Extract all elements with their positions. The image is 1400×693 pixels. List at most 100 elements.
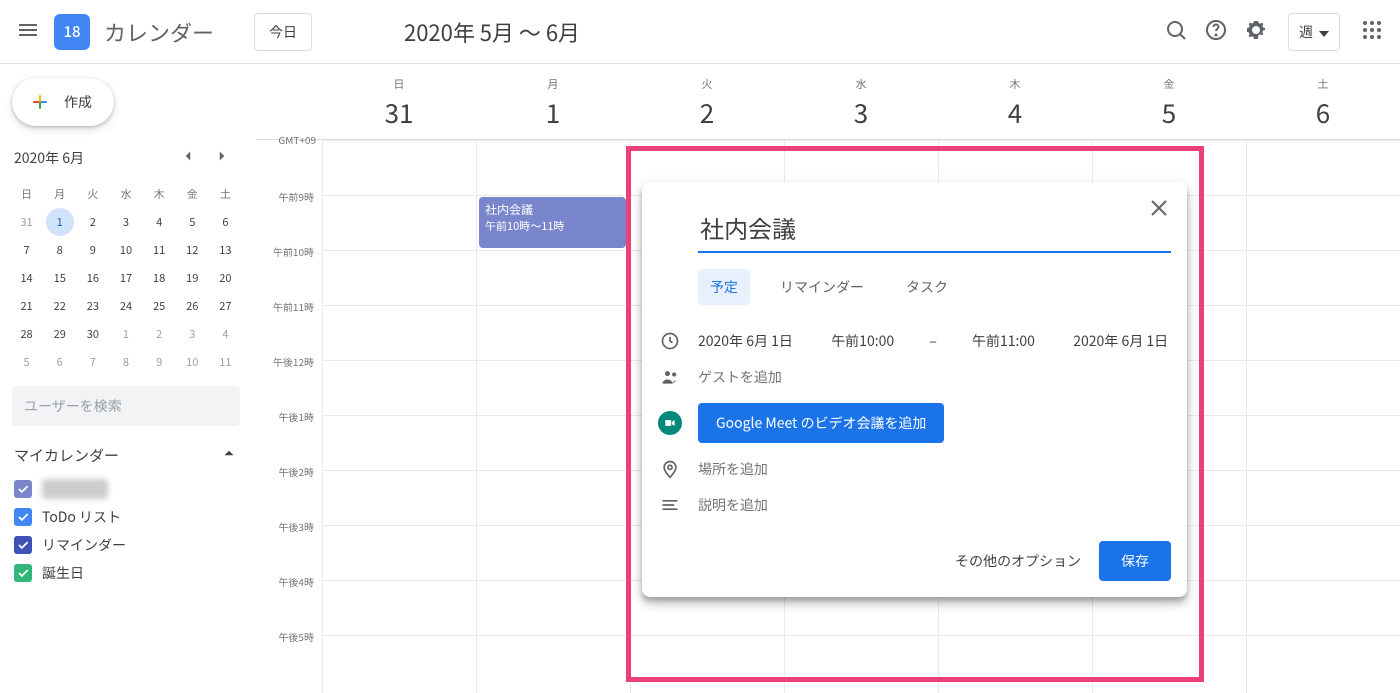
mini-day-cell[interactable]: 23 <box>79 292 107 320</box>
add-meet-button[interactable]: Google Meet のビデオ会議を追加 <box>698 403 944 443</box>
mini-day-cell[interactable]: 6 <box>211 208 239 236</box>
save-button[interactable]: 保存 <box>1099 541 1171 581</box>
mini-day-cell[interactable]: 22 <box>46 292 74 320</box>
day-header[interactable]: 木4 <box>938 64 1092 139</box>
calendar-label: リマインダー <box>42 535 126 555</box>
apps-button[interactable] <box>1352 12 1392 52</box>
mini-day-cell[interactable]: 1 <box>46 208 74 236</box>
mini-day-cell[interactable]: 20 <box>211 264 239 292</box>
day-header[interactable]: 水3 <box>784 64 938 139</box>
gear-icon <box>1244 18 1268 46</box>
mini-day-cell[interactable]: 28 <box>13 320 41 348</box>
mini-day-cell[interactable]: 4 <box>211 320 239 348</box>
mini-day-cell[interactable]: 8 <box>112 348 140 376</box>
apps-grid-icon <box>1360 18 1384 46</box>
day-header[interactable]: 日31 <box>322 64 476 139</box>
create-button[interactable]: 作成 <box>12 78 114 126</box>
next-period-button[interactable] <box>356 16 388 48</box>
mini-day-cell[interactable]: 16 <box>79 264 107 292</box>
event-start-date[interactable]: 2020年 6月 1日 <box>698 331 793 351</box>
settings-button[interactable] <box>1236 12 1276 52</box>
calendar-checkbox[interactable] <box>14 564 32 582</box>
popup-tab[interactable]: 予定 <box>698 269 750 305</box>
mini-day-cell[interactable]: 5 <box>178 208 206 236</box>
mini-day-cell[interactable]: 29 <box>46 320 74 348</box>
mini-day-cell[interactable]: 10 <box>112 236 140 264</box>
mini-day-cell[interactable]: 12 <box>178 236 206 264</box>
add-location-field[interactable]: 場所を追加 <box>698 459 768 479</box>
calendar-item[interactable]: ToDo リスト <box>8 503 244 531</box>
popup-tab[interactable]: リマインダー <box>768 269 876 305</box>
mini-day-cell[interactable]: 7 <box>13 236 41 264</box>
mini-day-cell[interactable]: 2 <box>79 208 107 236</box>
event-start-time[interactable]: 午前10:00 <box>831 331 894 351</box>
calendar-item[interactable]: xxxxxx <box>8 475 244 503</box>
mini-day-cell[interactable]: 7 <box>79 348 107 376</box>
calendar-item[interactable]: 誕生日 <box>8 559 244 587</box>
mini-day-cell[interactable]: 31 <box>13 208 41 236</box>
mini-day-cell[interactable]: 1 <box>112 320 140 348</box>
popup-tab[interactable]: タスク <box>894 269 960 305</box>
event-end-date[interactable]: 2020年 6月 1日 <box>1073 331 1168 351</box>
mini-day-cell[interactable]: 30 <box>79 320 107 348</box>
mini-day-cell[interactable]: 5 <box>13 348 41 376</box>
mini-day-cell[interactable]: 25 <box>145 292 173 320</box>
my-calendars-toggle[interactable]: マイカレンダー <box>8 436 244 475</box>
mini-prev-button[interactable] <box>172 142 204 174</box>
mini-day-cell[interactable]: 3 <box>112 208 140 236</box>
plus-icon <box>26 88 54 116</box>
prev-period-button[interactable] <box>324 16 356 48</box>
mini-day-cell[interactable]: 24 <box>112 292 140 320</box>
day-column[interactable] <box>1246 140 1400 693</box>
mini-day-cell[interactable]: 17 <box>112 264 140 292</box>
event-title-input[interactable] <box>698 204 1171 253</box>
mini-day-cell[interactable]: 18 <box>145 264 173 292</box>
mini-day-cell[interactable]: 11 <box>145 236 173 264</box>
mini-day-cell[interactable]: 8 <box>46 236 74 264</box>
main-menu-button[interactable] <box>8 12 48 52</box>
mini-next-button[interactable] <box>206 142 238 174</box>
people-search-input[interactable] <box>12 386 240 426</box>
help-button[interactable] <box>1196 12 1236 52</box>
calendar-checkbox[interactable] <box>14 508 32 526</box>
event-chip[interactable]: 社内会議午前10時～11時 <box>479 197 626 248</box>
day-header[interactable]: 土6 <box>1246 64 1400 139</box>
description-icon <box>658 495 682 515</box>
mini-day-cell[interactable]: 9 <box>79 236 107 264</box>
more-options-button[interactable]: その他のオプション <box>955 551 1081 571</box>
mini-day-cell[interactable]: 3 <box>178 320 206 348</box>
add-guests-field[interactable]: ゲストを追加 <box>698 367 782 387</box>
mini-day-cell[interactable]: 19 <box>178 264 206 292</box>
view-switcher[interactable]: 週 <box>1288 13 1340 51</box>
mini-day-cell[interactable]: 14 <box>13 264 41 292</box>
hour-label: 午前9時 <box>256 189 322 244</box>
today-button[interactable]: 今日 <box>254 13 312 51</box>
calendar-checkbox[interactable] <box>14 536 32 554</box>
day-column[interactable]: 社内会議午前10時～11時 <box>476 140 630 693</box>
day-number: 5 <box>1092 94 1246 131</box>
popup-close-button[interactable] <box>1139 190 1179 230</box>
mini-day-cell[interactable]: 21 <box>13 292 41 320</box>
mini-day-cell[interactable]: 15 <box>46 264 74 292</box>
event-end-time[interactable]: 午前11:00 <box>972 331 1035 351</box>
day-column[interactable] <box>322 140 476 693</box>
mini-day-cell[interactable]: 11 <box>211 348 239 376</box>
mini-day-cell[interactable]: 13 <box>211 236 239 264</box>
mini-day-cell[interactable]: 27 <box>211 292 239 320</box>
mini-day-cell[interactable]: 2 <box>145 320 173 348</box>
mini-day-cell[interactable]: 26 <box>178 292 206 320</box>
day-header[interactable]: 金5 <box>1092 64 1246 139</box>
calendar-checkbox[interactable] <box>14 480 32 498</box>
mini-dow-cell: 月 <box>43 180 76 208</box>
search-button[interactable] <box>1156 12 1196 52</box>
day-number: 4 <box>938 94 1092 131</box>
add-description-field[interactable]: 説明を追加 <box>698 495 768 515</box>
mini-day-cell[interactable]: 9 <box>145 348 173 376</box>
day-header[interactable]: 月1 <box>476 64 630 139</box>
mini-day-cell[interactable]: 6 <box>46 348 74 376</box>
time-separator: – <box>929 331 937 351</box>
calendar-item[interactable]: リマインダー <box>8 531 244 559</box>
mini-day-cell[interactable]: 4 <box>145 208 173 236</box>
day-header[interactable]: 火2 <box>630 64 784 139</box>
mini-day-cell[interactable]: 10 <box>178 348 206 376</box>
